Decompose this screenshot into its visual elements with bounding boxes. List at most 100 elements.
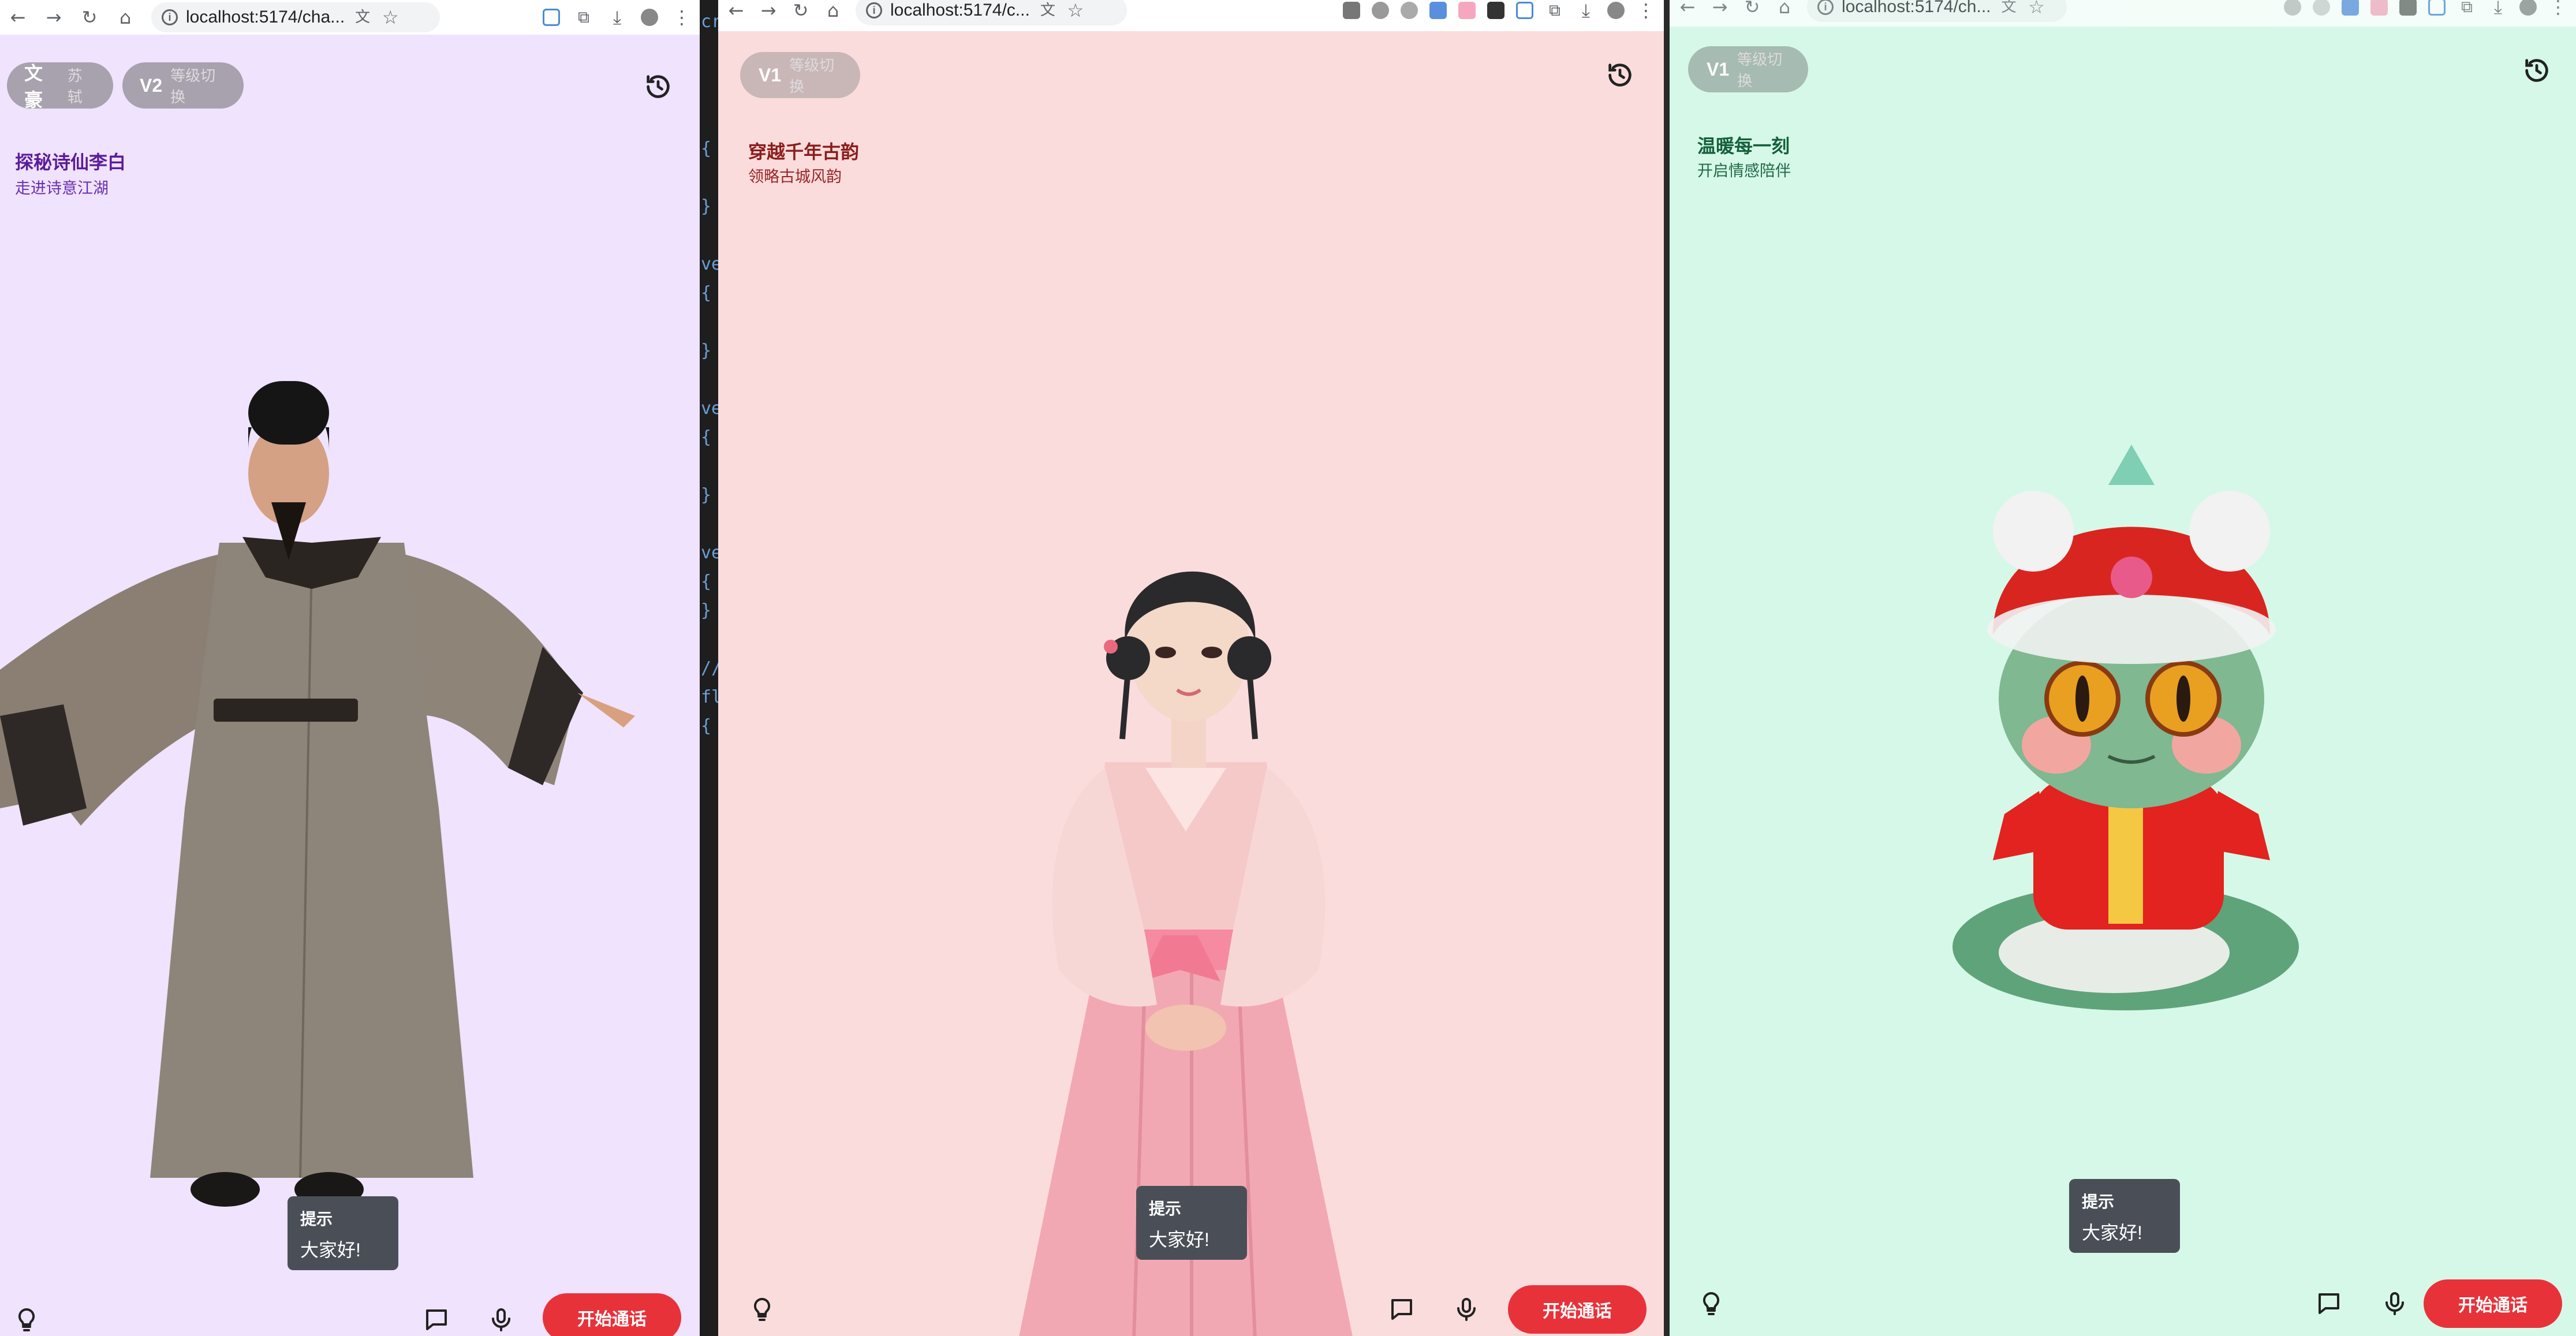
profile-avatar-icon[interactable] — [1607, 2, 1625, 19]
hint-tooltip-title: 提示 — [2082, 1193, 2115, 1211]
browser-window-3: ← → ↻ ⌂ i localhost:5174/ch... 文 ☆ ⧉ ⤓ ⋮… — [1670, 0, 2576, 1336]
scene-subtitle: 领略古城风韵 — [748, 168, 842, 185]
home-icon[interactable]: ⌂ — [823, 1, 843, 20]
hint-tooltip-title: 提示 — [1149, 1200, 1182, 1218]
history-icon[interactable] — [1605, 60, 1635, 90]
browser-toolbar: ← → ↻ ⌂ i localhost:5174/ch... 文 ☆ ⧉ ⤓ ⋮ — [1670, 0, 2576, 27]
back-arrow-icon[interactable]: ← — [1678, 0, 1697, 17]
menu-kebab-icon[interactable]: ⋮ — [672, 8, 692, 27]
forward-arrow-icon[interactable]: → — [759, 1, 778, 20]
code-snippet: } — [701, 341, 712, 361]
extensions-puzzle-icon[interactable]: ⧉ — [2457, 0, 2477, 17]
start-call-button[interactable]: 开始通话 — [2424, 1279, 2562, 1328]
level-pill-text: 等级切换 — [170, 67, 216, 106]
hint-tooltip: 提示 大家好! — [288, 1196, 398, 1270]
translate-icon[interactable]: 文 — [1999, 0, 2019, 17]
code-snippet: { — [701, 283, 712, 303]
lightbulb-icon[interactable] — [1697, 1290, 1725, 1318]
download-icon[interactable]: ⤓ — [1576, 1, 1596, 20]
level-switch-pill[interactable]: V1 等级切换 — [740, 52, 860, 98]
extension-icon[interactable] — [2370, 0, 2388, 16]
download-icon[interactable]: ⤓ — [607, 8, 627, 27]
code-snippet: } — [701, 600, 712, 621]
level-pill-label: V1 — [1707, 58, 1730, 80]
extensions-puzzle-icon[interactable]: ⧉ — [1545, 1, 1565, 20]
hint-tooltip: 提示 大家好! — [2069, 1179, 2180, 1253]
extension-icon[interactable] — [1458, 2, 1476, 19]
menu-kebab-icon[interactable]: ⋮ — [2548, 0, 2568, 17]
reload-icon[interactable]: ↻ — [80, 8, 99, 27]
extension-icon[interactable] — [2313, 0, 2330, 16]
url-text: localhost:5174/c... — [890, 1, 1030, 20]
menu-kebab-icon[interactable]: ⋮ — [1636, 1, 1656, 20]
extension-m-icon[interactable] — [2428, 0, 2446, 16]
hint-tooltip-body: 大家好! — [1149, 1229, 1209, 1250]
back-arrow-icon[interactable]: ← — [726, 1, 746, 20]
microphone-icon[interactable] — [2381, 1290, 2409, 1318]
browser-window-1: ← → ↻ ⌂ i localhost:5174/cha... 文 ☆ ⧉ ⤓ … — [0, 0, 700, 1336]
extension-icon[interactable] — [2399, 0, 2417, 16]
forward-arrow-icon[interactable]: → — [44, 8, 64, 27]
address-bar[interactable]: i localhost:5174/ch... 文 ☆ — [1807, 0, 2067, 22]
reload-icon[interactable]: ↻ — [1742, 0, 1762, 17]
address-bar[interactable]: i localhost:5174/cha... 文 ☆ — [151, 2, 440, 32]
site-info-icon[interactable]: i — [1817, 0, 1834, 15]
lightbulb-icon[interactable] — [748, 1296, 776, 1323]
extension-icon[interactable] — [1343, 2, 1360, 19]
extension-icon[interactable] — [2342, 0, 2359, 16]
role-pill-name: 苏轼 — [67, 67, 83, 106]
extension-icon[interactable] — [1372, 2, 1389, 19]
level-pill-text: 等级切换 — [789, 57, 835, 95]
hint-tooltip-body: 大家好! — [2082, 1222, 2142, 1243]
level-pill-label: V1 — [759, 64, 782, 85]
window-divider — [1664, 0, 1670, 1336]
reload-icon[interactable]: ↻ — [791, 1, 811, 20]
back-arrow-icon[interactable]: ← — [8, 8, 28, 27]
level-pill-text: 等级切换 — [1737, 51, 1783, 89]
history-icon[interactable] — [2522, 55, 2552, 85]
role-pill[interactable]: 文豪 苏轼 — [7, 62, 113, 110]
chat-bubble-icon[interactable] — [2315, 1290, 2343, 1318]
profile-avatar-icon[interactable] — [641, 9, 658, 26]
level-switch-pill[interactable]: V2 等级切换 — [122, 62, 244, 109]
hint-tooltip-title: 提示 — [300, 1210, 333, 1228]
chat-bubble-icon[interactable] — [423, 1306, 450, 1334]
home-icon[interactable]: ⌂ — [115, 8, 135, 27]
level-switch-pill[interactable]: V1 等级切换 — [1688, 46, 1808, 92]
download-icon[interactable]: ⤓ — [2488, 0, 2508, 17]
home-icon[interactable]: ⌂ — [1775, 0, 1794, 17]
translate-icon[interactable]: 文 — [353, 8, 372, 27]
code-editor-background: cr { } ve { } ve { } ve { } // fl { — [700, 0, 722, 1336]
start-call-button[interactable]: 开始通话 — [543, 1293, 681, 1336]
scene-subtitle: 走进诗意江湖 — [15, 180, 109, 197]
url-text: localhost:5174/ch... — [1842, 0, 1991, 16]
hint-tooltip-body: 大家好! — [300, 1240, 361, 1260]
code-snippet: } — [701, 485, 712, 505]
microphone-icon[interactable] — [487, 1306, 515, 1334]
history-icon[interactable] — [643, 72, 673, 102]
bookmark-star-icon[interactable]: ☆ — [2027, 0, 2047, 17]
site-info-icon[interactable]: i — [866, 2, 882, 18]
lightbulb-icon[interactable] — [13, 1306, 40, 1334]
browser-toolbar: ← → ↻ ⌂ i localhost:5174/c... 文 ☆ ⧉ ⤓ ⋮ — [718, 0, 1664, 31]
site-info-icon[interactable]: i — [162, 9, 178, 25]
extension-icon[interactable] — [1429, 2, 1447, 19]
microphone-icon[interactable] — [1453, 1296, 1480, 1323]
start-call-button[interactable]: 开始通话 — [1508, 1285, 1647, 1334]
extension-icon[interactable] — [1401, 2, 1418, 19]
profile-avatar-icon[interactable] — [2519, 0, 2537, 16]
address-bar[interactable]: i localhost:5174/c... 文 ☆ — [856, 0, 1127, 25]
extension-icon[interactable] — [1487, 2, 1504, 19]
extension-m-icon[interactable] — [543, 9, 560, 26]
extension-icon[interactable] — [2284, 0, 2301, 16]
bookmark-star-icon[interactable]: ☆ — [380, 8, 400, 27]
translate-icon[interactable]: 文 — [1038, 1, 1058, 20]
bookmark-star-icon[interactable]: ☆ — [1066, 1, 1085, 20]
scene-subtitle: 开启情感陪伴 — [1697, 162, 1791, 180]
chat-bubble-icon[interactable] — [1388, 1296, 1416, 1323]
code-snippet: { — [701, 716, 712, 736]
extensions-puzzle-icon[interactable]: ⧉ — [574, 8, 593, 27]
code-snippet: { — [701, 572, 712, 592]
extension-m-icon[interactable] — [1516, 2, 1533, 19]
forward-arrow-icon[interactable]: → — [1710, 0, 1730, 17]
